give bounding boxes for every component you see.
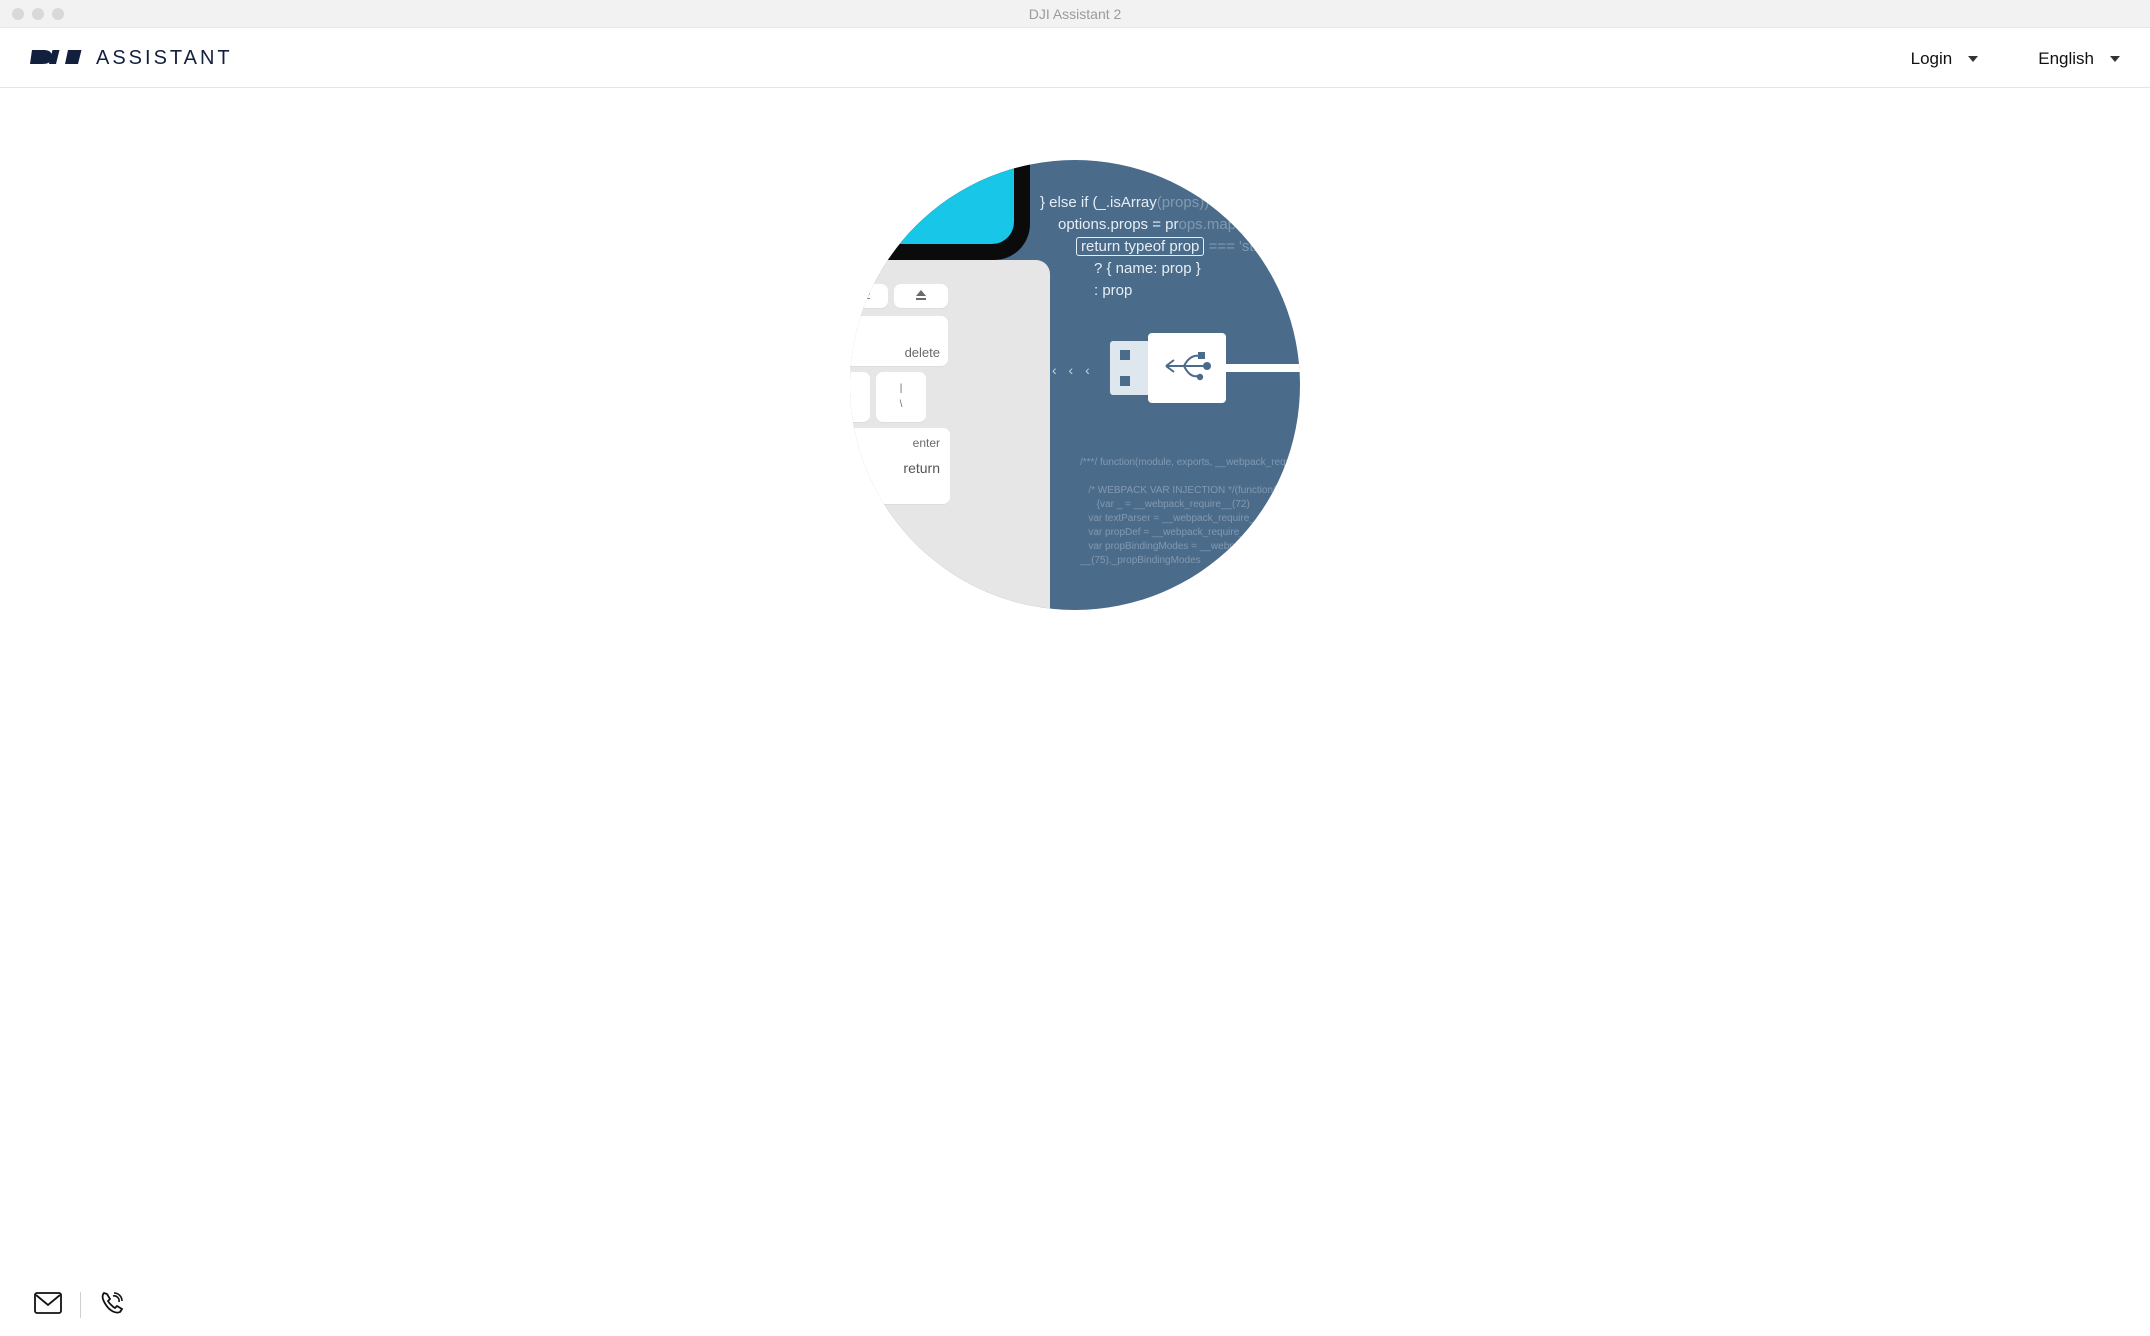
phone-icon [99,1290,125,1321]
key-bracket: } ] [850,372,870,422]
minimize-window-button[interactable] [32,8,44,20]
window-controls[interactable] [0,8,64,20]
phone-button[interactable] [99,1290,125,1321]
bottom-toolbar [0,1274,2150,1336]
key-backslash: | \ [876,372,926,422]
key-eject [894,284,948,308]
usb-body [1148,333,1226,403]
login-label: Login [1911,49,1953,69]
window-title: DJI Assistant 2 [0,6,2150,22]
app-header: ASSISTANT Login English [0,28,2150,88]
usb-cable [1226,364,1300,372]
brand: ASSISTANT [30,44,233,73]
keyboard-illustration: F12 + = delete } ] | \ [850,260,1050,610]
code-text: } else if (_.isArray(props)) { options.p… [1040,192,1300,302]
background-code-text: /***/ function(module, exports, __webpac… [1080,456,1300,568]
main-stage: F12 + = delete } ] | \ [0,120,2150,1266]
dji-logo-icon [30,44,86,73]
window-titlebar: DJI Assistant 2 [0,0,2150,28]
key-delete: delete [850,316,948,366]
mail-icon [34,1292,62,1319]
eject-icon [915,289,927,304]
connect-illustration: F12 + = delete } ] | \ [850,160,1300,610]
language-dropdown[interactable]: English [2038,49,2120,69]
key-f12: F12 [850,284,888,308]
usb-plug-illustration [1110,330,1300,406]
login-dropdown[interactable]: Login [1911,49,1979,69]
brand-text: ASSISTANT [96,47,233,70]
usb-icon [1160,346,1214,391]
usb-connector [1110,341,1148,395]
direction-arrows-icon: ‹ ‹ ‹ [1052,362,1094,378]
close-window-button[interactable] [12,8,24,20]
key-enter: enter return [850,428,950,504]
caret-down-icon [2110,56,2120,62]
device-illustration [850,160,1030,260]
language-label: English [2038,49,2094,69]
zoom-window-button[interactable] [52,8,64,20]
toolbar-divider [80,1292,81,1318]
caret-down-icon [1968,56,1978,62]
device-screen [850,160,1014,244]
mail-button[interactable] [34,1292,62,1319]
